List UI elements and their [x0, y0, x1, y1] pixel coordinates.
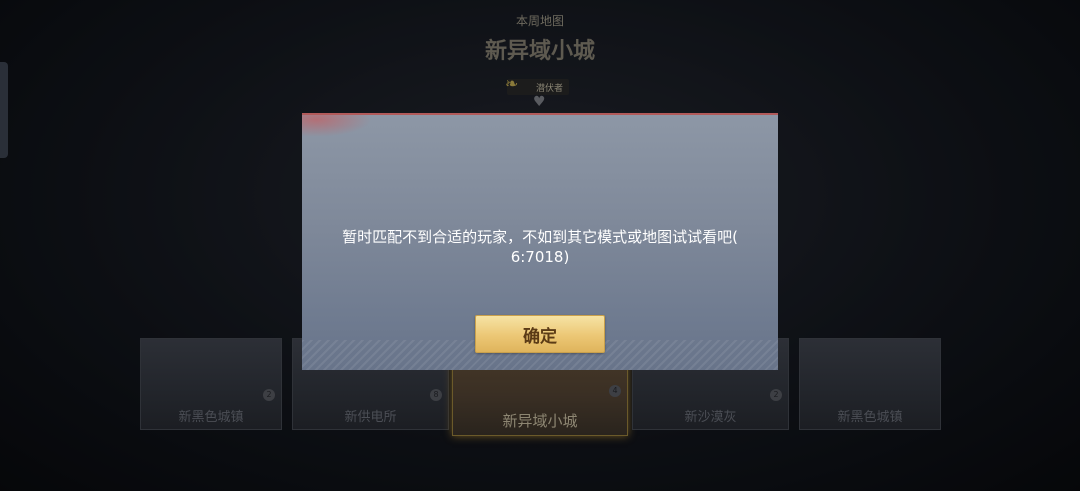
map-card[interactable]: 2 新黑色城镇	[140, 338, 282, 430]
map-card[interactable]: 新黑色城镇	[799, 338, 941, 430]
map-name: 新黑色城镇	[178, 410, 244, 425]
map-number: 8	[430, 389, 442, 401]
side-drawer-tab[interactable]	[0, 62, 8, 158]
dialog-corner-glow	[302, 115, 372, 137]
confirm-button[interactable]: 确定	[475, 315, 605, 353]
dialog-message-line2: 6:7018)	[510, 248, 570, 266]
map-number: 4	[609, 385, 621, 397]
heart-icon: ♥	[533, 94, 546, 110]
mode-badge-label: 潜伏者	[535, 83, 563, 94]
map-title: 新异域小城	[484, 39, 595, 64]
dialog-message-line1: 暂时匹配不到合适的玩家，不如到其它模式或地图试试看吧(	[342, 228, 738, 246]
dialog-message: 暂时匹配不到合适的玩家，不如到其它模式或地图试试看吧( 6:7018)	[332, 227, 748, 267]
map-number: 2	[263, 389, 275, 401]
map-name: 新异域小城	[502, 412, 578, 430]
map-name: 新黑色城镇	[837, 410, 903, 425]
mode-badge: ❧ 潜伏者	[505, 75, 569, 95]
error-dialog: 暂时匹配不到合适的玩家，不如到其它模式或地图试试看吧( 6:7018) 确定	[302, 113, 778, 370]
bull-icon: ❧	[505, 74, 519, 93]
week-map-label: 本周地图	[515, 14, 564, 28]
map-name: 新沙漠灰	[684, 410, 737, 425]
map-number: 2	[770, 389, 782, 401]
map-name: 新供电所	[344, 410, 397, 425]
